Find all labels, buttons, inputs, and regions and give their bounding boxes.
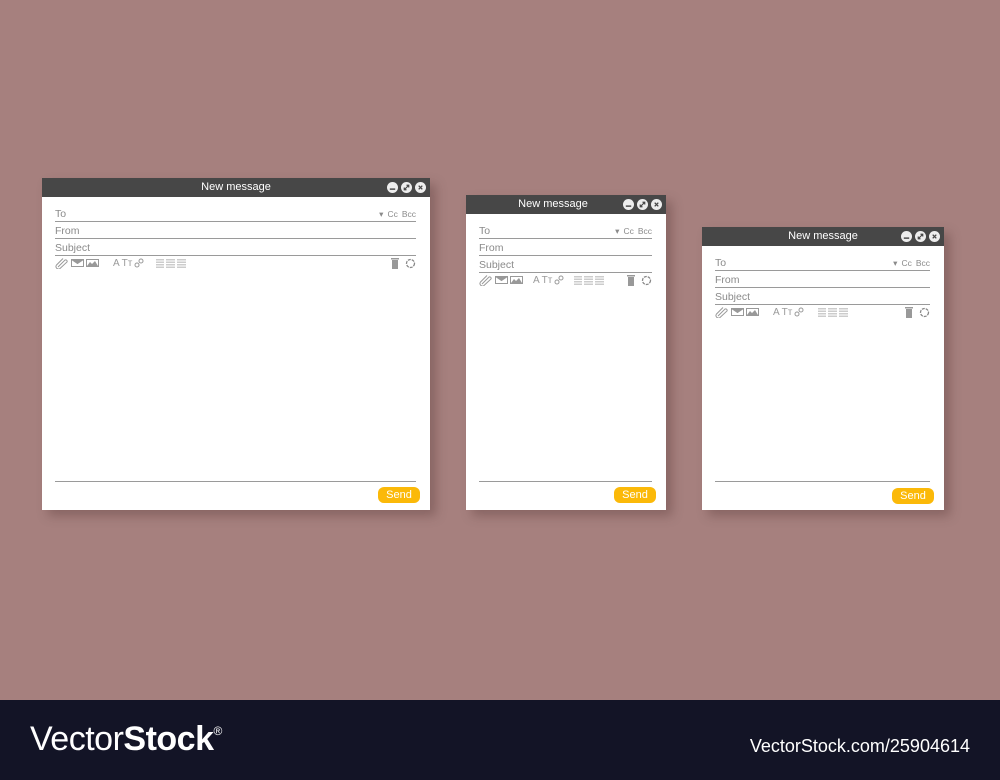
compose-window-narrow: New message To ▾ Cc Bcc From Subject A Tт	[466, 195, 666, 510]
envelope-icon[interactable]	[71, 258, 84, 268]
minimize-icon[interactable]	[387, 182, 398, 193]
text-style-icon[interactable]: Tт	[542, 275, 553, 286]
cc-button[interactable]: Cc	[901, 258, 911, 268]
image-url-text: VectorStock.com/25904614	[749, 736, 970, 756]
subject-label: Subject	[715, 291, 751, 303]
compose-window-medium: New message To ▾ Cc Bcc From Subject A Tт	[702, 227, 944, 510]
subject-label: Subject	[479, 259, 515, 271]
dropdown-arrow-icon[interactable]: ▾	[379, 209, 383, 219]
subject-field[interactable]: Subject	[55, 239, 416, 256]
body-divider	[55, 481, 416, 482]
dropdown-arrow-icon[interactable]: ▾	[615, 226, 619, 236]
from-field[interactable]: From	[715, 271, 930, 288]
minimize-icon[interactable]	[623, 199, 634, 210]
settings-icon[interactable]	[405, 258, 416, 269]
cc-button[interactable]: Cc	[623, 226, 633, 236]
minimize-icon[interactable]	[901, 231, 912, 242]
vectorstock-logo: VectorStock®	[30, 720, 222, 758]
envelope-icon[interactable]	[495, 275, 508, 285]
watermark-footer: VectorStock® VectorStock.com/25904614	[0, 700, 1000, 780]
to-label: To	[479, 225, 491, 237]
bcc-button[interactable]: Bcc	[638, 226, 652, 236]
subject-label: Subject	[55, 242, 91, 254]
from-label: From	[479, 242, 504, 254]
title-bar[interactable]: New message	[42, 178, 430, 197]
cc-button[interactable]: Cc	[387, 209, 397, 219]
to-field[interactable]: To ▾ Cc Bcc	[715, 254, 930, 271]
align-icon[interactable]	[574, 275, 605, 285]
to-label: To	[715, 257, 727, 269]
trash-icon[interactable]	[905, 306, 913, 318]
from-label: From	[55, 225, 80, 237]
attach-icon[interactable]	[479, 274, 493, 286]
align-icon[interactable]	[156, 258, 187, 268]
bcc-button[interactable]: Bcc	[402, 209, 416, 219]
window-title: New message	[201, 181, 271, 193]
compose-window-large: New message To ▾ Cc Bcc From Subject A Tт	[42, 178, 430, 510]
close-icon[interactable]	[929, 231, 940, 242]
align-icon[interactable]	[818, 307, 849, 317]
trash-icon[interactable]	[391, 257, 399, 269]
text-style-icon[interactable]: Tт	[122, 258, 133, 269]
title-bar[interactable]: New message	[466, 195, 666, 214]
close-icon[interactable]	[415, 182, 426, 193]
send-button[interactable]: Send	[378, 487, 420, 503]
link-icon[interactable]	[554, 275, 564, 285]
body-divider	[479, 481, 652, 482]
from-field[interactable]: From	[55, 222, 416, 239]
window-title: New message	[788, 230, 858, 242]
to-field[interactable]: To ▾ Cc Bcc	[55, 205, 416, 222]
trash-icon[interactable]	[627, 274, 635, 286]
from-field[interactable]: From	[479, 239, 652, 256]
formatting-toolbar: A Tт	[55, 256, 416, 270]
link-icon[interactable]	[134, 258, 144, 268]
window-title: New message	[518, 198, 588, 210]
image-icon[interactable]	[746, 307, 759, 317]
envelope-icon[interactable]	[731, 307, 744, 317]
link-icon[interactable]	[794, 307, 804, 317]
close-icon[interactable]	[651, 199, 662, 210]
settings-icon[interactable]	[919, 307, 930, 318]
expand-icon[interactable]	[401, 182, 412, 193]
formatting-toolbar: A Tт	[479, 273, 652, 287]
send-button[interactable]: Send	[614, 487, 656, 503]
font-size-icon[interactable]: A	[533, 275, 540, 286]
expand-icon[interactable]	[637, 199, 648, 210]
from-label: From	[715, 274, 740, 286]
dropdown-arrow-icon[interactable]: ▾	[893, 258, 897, 268]
expand-icon[interactable]	[915, 231, 926, 242]
attach-icon[interactable]	[715, 306, 729, 318]
to-field[interactable]: To ▾ Cc Bcc	[479, 222, 652, 239]
formatting-toolbar: A Tт	[715, 305, 930, 319]
send-button[interactable]: Send	[892, 488, 934, 504]
attach-icon[interactable]	[55, 257, 69, 269]
settings-icon[interactable]	[641, 275, 652, 286]
font-size-icon[interactable]: A	[113, 258, 120, 269]
text-style-icon[interactable]: Tт	[782, 307, 793, 318]
subject-field[interactable]: Subject	[715, 288, 930, 305]
title-bar[interactable]: New message	[702, 227, 944, 246]
image-icon[interactable]	[86, 258, 99, 268]
font-size-icon[interactable]: A	[773, 307, 780, 318]
image-icon[interactable]	[510, 275, 523, 285]
subject-field[interactable]: Subject	[479, 256, 652, 273]
body-divider	[715, 481, 930, 482]
bcc-button[interactable]: Bcc	[916, 258, 930, 268]
to-label: To	[55, 208, 67, 220]
